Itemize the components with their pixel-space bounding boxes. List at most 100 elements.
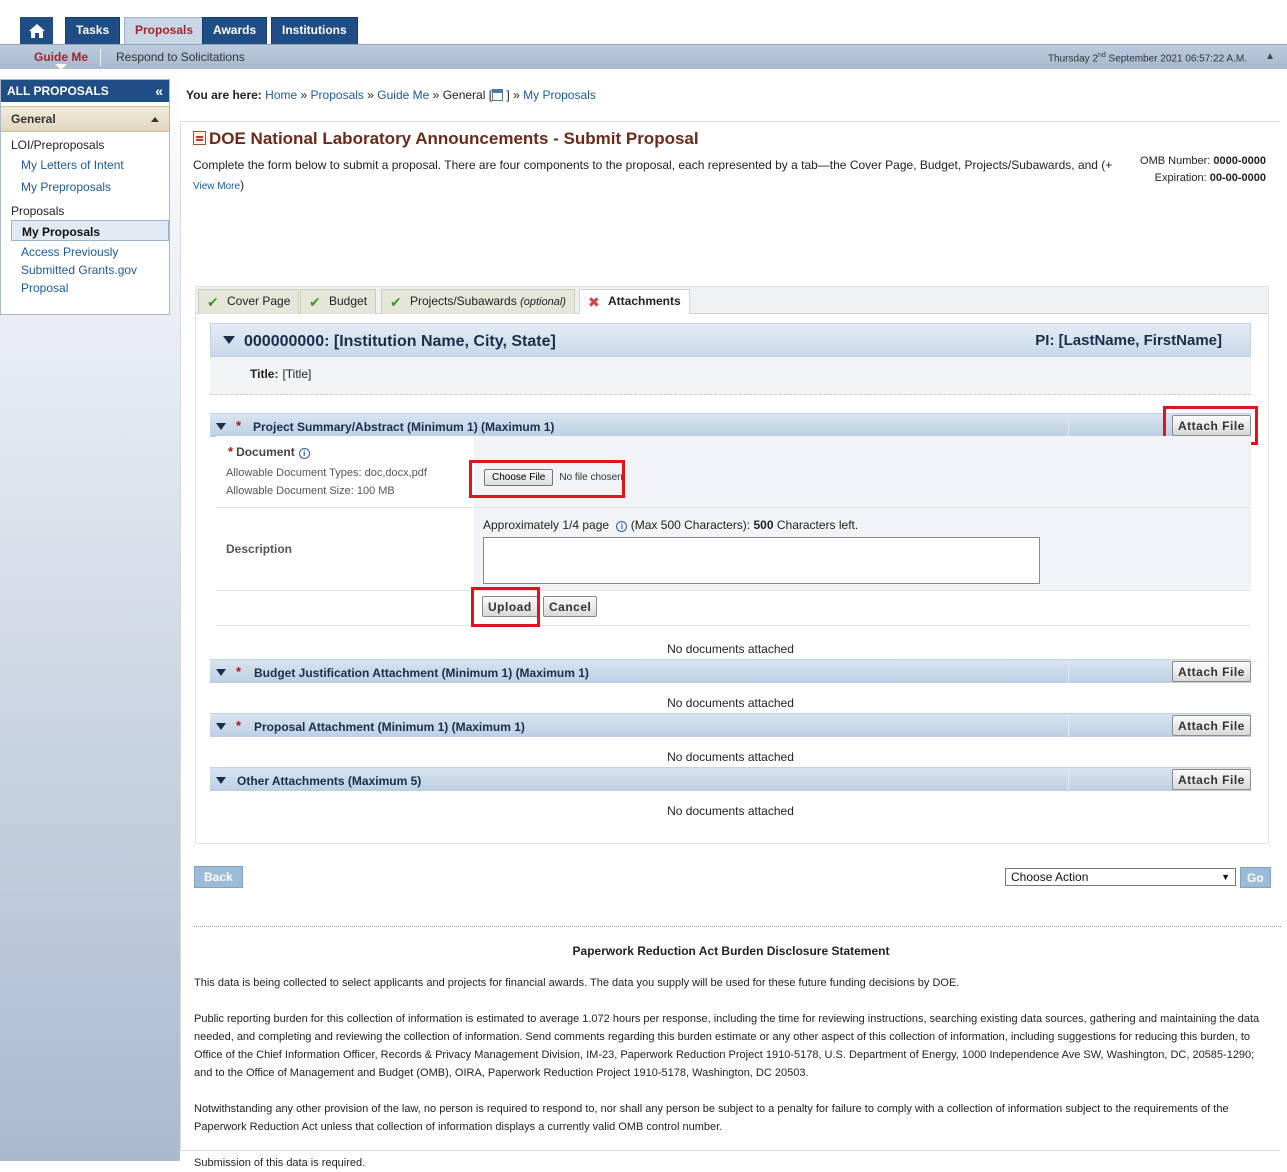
tab-institutions[interactable]: Institutions [271, 17, 358, 44]
description-input-cell: Approximately 1/4 page i (Max 500 Charac… [474, 508, 1251, 590]
document-label-cell: * Document i Allowable Document Types: doc… [216, 436, 474, 507]
breadcrumb-my-proposals[interactable]: My Proposals [523, 88, 596, 102]
check-icon: ✔ [390, 294, 402, 310]
pra-paragraph: Submission of this data is required. [194, 1157, 366, 1169]
section-other-attachments[interactable]: Other Attachments (Maximum 5) [210, 767, 1251, 792]
hint-suffix: Characters left. [776, 518, 859, 532]
required-asterisk: * [236, 718, 242, 733]
top-navigation: Tasks Proposals Awards Institutions [0, 0, 1287, 44]
scroll-top-icon[interactable]: ▲ [1265, 51, 1275, 62]
section-divider [1068, 768, 1069, 792]
tab-label: Cover Page [227, 294, 291, 308]
breadcrumb-separator: » [513, 88, 520, 102]
no-documents-message: No documents attached [667, 696, 794, 710]
choose-action-value: Choose Action [1011, 870, 1089, 884]
page-title: DOE National Laboratory Announcements - … [193, 129, 699, 149]
description-row: Description Approximately 1/4 page i (Ma… [216, 508, 1251, 591]
cancel-button[interactable]: Cancel [543, 596, 598, 617]
description-textarea[interactable] [483, 537, 1040, 584]
main-content: You are here: Home » Proposals » Guide M… [180, 69, 1287, 1169]
attach-file-button[interactable]: Attach File [1172, 715, 1251, 736]
section-label: Other Attachments (Maximum 5) [237, 774, 422, 788]
expiration-label: Expiration: [1154, 172, 1207, 184]
subnav-respond-to-solicitations[interactable]: Respond to Solicitations [116, 50, 245, 64]
chars-left-count: 500 [753, 518, 774, 532]
calendar-icon[interactable] [492, 89, 504, 101]
collapse-arrow-icon [151, 117, 159, 122]
sidebar-group-loi: LOI/Preproposals [11, 138, 105, 152]
current-datetime: Thursday 2nd September 2021 06:57:22 A.M… [1047, 52, 1247, 65]
attach-file-button[interactable]: Attach File [1172, 769, 1251, 790]
title-label: Title: [250, 367, 279, 381]
back-button[interactable]: Back [194, 866, 243, 888]
pra-paragraph: This data is being collected to select a… [194, 977, 960, 989]
tab-projects-subawards[interactable]: ✔ Projects/Subawards (optional) [381, 289, 575, 314]
sidebar: ALL PROPOSALS « General LOI/Preproposals… [0, 79, 170, 315]
subnav-guide-me[interactable]: Guide Me [34, 50, 88, 64]
document-label-text: Document [236, 445, 295, 459]
sidebar-item-my-letters-of-intent[interactable]: My Letters of Intent [1, 154, 169, 176]
attach-file-button[interactable]: Attach File [1172, 661, 1251, 682]
tab-awards[interactable]: Awards [202, 17, 268, 44]
tab-label: Budget [329, 294, 368, 308]
tab-optional-note: (optional) [520, 296, 566, 308]
upload-actions-row: Upload Cancel [216, 591, 1251, 626]
go-button[interactable]: Go [1240, 867, 1271, 888]
section-project-summary[interactable]: * Project Summary/Abstract (Minimum 1) (… [210, 413, 1251, 438]
principal-investigator: PI: [LastName, FirstName] [1035, 332, 1222, 349]
breadcrumb-home[interactable]: Home [265, 88, 297, 102]
section-divider [1068, 714, 1069, 738]
info-icon[interactable]: i [298, 448, 310, 459]
sidebar-section-general[interactable]: General [1, 106, 169, 132]
tab-attachments[interactable]: ✖ Attachments [579, 289, 690, 314]
pra-paragraph: Notwithstanding any other provision of t… [194, 1103, 1229, 1133]
institution-header[interactable]: 000000000: [Institution Name, City, Stat… [210, 323, 1251, 357]
omb-info: OMB Number: 0000-0000 Expiration: 00-00-… [1140, 153, 1266, 187]
tab-proposals[interactable]: Proposals [124, 17, 205, 44]
description-hint: Approximately 1/4 page i (Max 500 Charac… [483, 518, 858, 532]
allowed-types: Allowable Document Types: doc,docx,pdf [226, 467, 427, 479]
sidebar-title: ALL PROPOSALS [7, 84, 109, 98]
pra-title: Paperwork Reduction Act Burden Disclosur… [572, 944, 890, 958]
view-more-paren: ) [240, 178, 245, 192]
section-label: Budget Justification Attachment (Minimum… [254, 666, 589, 680]
allowed-size: Allowable Document Size: 100 MB [226, 485, 395, 497]
sidebar-group-proposals: Proposals [11, 204, 65, 218]
home-icon [28, 23, 45, 38]
hint-prefix: Approximately 1/4 page [483, 518, 610, 532]
tab-tasks[interactable]: Tasks [65, 17, 121, 44]
sidebar-item-my-proposals[interactable]: My Proposals [11, 220, 169, 241]
collapse-triangle-icon [223, 336, 235, 344]
breadcrumb-guide-me[interactable]: Guide Me [377, 88, 429, 102]
document-row: * Document i Allowable Document Types: doc… [216, 436, 1251, 508]
collapse-triangle-icon [216, 423, 226, 430]
tab-budget[interactable]: ✔ Budget [300, 289, 377, 314]
collapse-triangle-icon [216, 669, 226, 676]
sidebar-item-my-preproposals[interactable]: My Preproposals [1, 176, 169, 198]
collapse-triangle-icon [216, 777, 226, 784]
proposal-tabs: ✔ Cover Page ✔ Budget ✔ Projects/Subawards … [195, 286, 1269, 844]
home-button[interactable] [20, 17, 53, 44]
section-label: Proposal Attachment (Minimum 1) (Maximum… [254, 720, 525, 734]
sidebar-section-label: General [11, 112, 56, 126]
no-documents-message: No documents attached [667, 642, 794, 656]
info-icon[interactable]: i [616, 521, 628, 532]
section-divider [1068, 414, 1069, 438]
tab-label: Projects/Subawards [410, 294, 517, 308]
breadcrumb-separator: » [367, 88, 374, 102]
tab-cover-page[interactable]: ✔ Cover Page [198, 289, 300, 314]
section-budget-justification[interactable]: * Budget Justification Attachment (Minim… [210, 659, 1251, 684]
expiration-value: 00-00-0000 [1209, 172, 1266, 184]
collapse-sidebar-icon[interactable]: « [155, 80, 163, 102]
subnav-separator [100, 49, 101, 66]
breadcrumb-proposals[interactable]: Proposals [311, 88, 364, 102]
check-icon: ✔ [207, 294, 219, 310]
choose-action-select[interactable]: Choose Action ▼ [1005, 868, 1236, 886]
document-label: * Document i [228, 444, 310, 459]
sidebar-item-access-grants-gov[interactable]: Access Previously Submitted Grants.gov P… [1, 241, 141, 297]
section-proposal-attachment[interactable]: * Proposal Attachment (Minimum 1) (Maxim… [210, 713, 1251, 738]
highlight-choose-file [469, 460, 625, 498]
sub-navigation: Guide Me Respond to Solicitations Thursd… [0, 44, 1287, 70]
breadcrumb-separator: » [432, 88, 440, 102]
view-more-link[interactable]: View More [193, 181, 240, 192]
